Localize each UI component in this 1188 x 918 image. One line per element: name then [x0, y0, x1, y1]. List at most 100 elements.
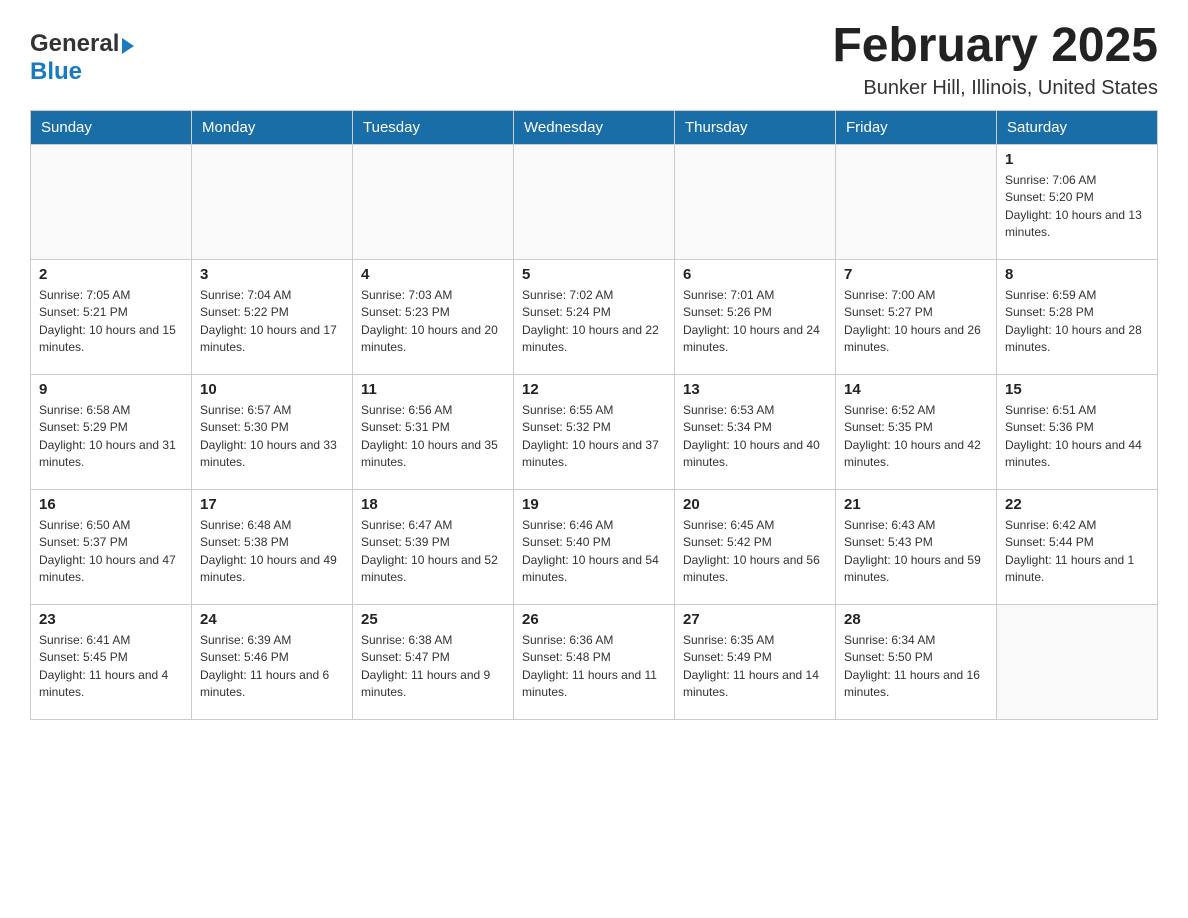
calendar-cell: 6Sunrise: 7:01 AMSunset: 5:26 PMDaylight… — [675, 259, 836, 374]
day-number: 12 — [522, 381, 666, 398]
day-number: 4 — [361, 266, 505, 283]
day-info: Sunrise: 7:02 AMSunset: 5:24 PMDaylight:… — [522, 287, 666, 357]
calendar-cell: 17 Sunrise: 6:48 AMSunset: 5:38 PMDayligh… — [192, 489, 353, 604]
day-number: 14 — [844, 381, 988, 398]
title-section: February 2025 Bunker Hill, Illinois, Uni… — [832, 20, 1158, 100]
day-info: Sunrise: 6:47 AMSunset: 5:39 PMDaylight:… — [361, 517, 505, 587]
calendar-cell: 23Sunrise: 6:41 AMSunset: 5:45 PMDayligh… — [31, 604, 192, 719]
day-number: 28 — [844, 611, 988, 628]
day-info: Sunrise: 6:43 AMSunset: 5:43 PMDaylight:… — [844, 517, 988, 587]
day-number: 9 — [39, 381, 183, 398]
day-of-week-header: Thursday — [675, 110, 836, 144]
calendar-cell: 13 Sunrise: 6:53 AMSunset: 5:34 PMDayligh… — [675, 374, 836, 489]
day-number: 19 — [522, 496, 666, 513]
day-number: 17 — [200, 496, 344, 513]
day-number: 11 — [361, 381, 505, 398]
calendar-cell: 4 Sunrise: 7:03 AMSunset: 5:23 PMDaylight… — [353, 259, 514, 374]
day-info: Sunrise: 7:00 AMSunset: 5:27 PMDaylight:… — [844, 287, 988, 357]
day-number: 8 — [1005, 266, 1149, 283]
day-number: 5 — [522, 266, 666, 283]
day-number: 13 — [683, 381, 827, 398]
day-info: Sunrise: 6:34 AMSunset: 5:50 PMDaylight:… — [844, 632, 988, 702]
calendar-cell — [353, 144, 514, 259]
logo: General Blue — [30, 30, 134, 86]
day-number: 20 — [683, 496, 827, 513]
calendar-cell — [31, 144, 192, 259]
calendar-cell — [836, 144, 997, 259]
day-info: Sunrise: 6:39 AMSunset: 5:46 PMDaylight:… — [200, 632, 344, 702]
calendar-cell: 22 Sunrise: 6:42 AMSunset: 5:44 PMDayligh… — [997, 489, 1158, 604]
calendar-header-row: SundayMondayTuesdayWednesdayThursdayFrid… — [31, 110, 1158, 144]
day-info: Sunrise: 6:56 AMSunset: 5:31 PMDaylight:… — [361, 402, 505, 472]
day-number: 16 — [39, 496, 183, 513]
day-info: Sunrise: 6:55 AMSunset: 5:32 PMDaylight:… — [522, 402, 666, 472]
day-number: 24 — [200, 611, 344, 628]
calendar-cell: 19Sunrise: 6:46 AMSunset: 5:40 PMDayligh… — [514, 489, 675, 604]
calendar-cell: 27 Sunrise: 6:35 AMSunset: 5:49 PMDayligh… — [675, 604, 836, 719]
day-number: 2 — [39, 266, 183, 283]
day-info: Sunrise: 7:04 AMSunset: 5:22 PMDaylight:… — [200, 287, 344, 357]
logo-blue-text: Blue — [30, 58, 82, 85]
calendar-cell: 21Sunrise: 6:43 AMSunset: 5:43 PMDayligh… — [836, 489, 997, 604]
day-of-week-header: Saturday — [997, 110, 1158, 144]
day-info: Sunrise: 6:41 AMSunset: 5:45 PMDaylight:… — [39, 632, 183, 702]
day-info: Sunrise: 6:48 AMSunset: 5:38 PMDaylight:… — [200, 517, 344, 587]
calendar-cell: 7 Sunrise: 7:00 AMSunset: 5:27 PMDaylight… — [836, 259, 997, 374]
day-number: 26 — [522, 611, 666, 628]
day-info: Sunrise: 6:42 AMSunset: 5:44 PMDaylight:… — [1005, 517, 1149, 587]
calendar-cell: 1 Sunrise: 7:06 AMSunset: 5:20 PMDaylight… — [997, 144, 1158, 259]
day-info: Sunrise: 6:52 AMSunset: 5:35 PMDaylight:… — [844, 402, 988, 472]
calendar-cell: 26Sunrise: 6:36 AMSunset: 5:48 PMDayligh… — [514, 604, 675, 719]
calendar-cell: 14 Sunrise: 6:52 AMSunset: 5:35 PMDayligh… — [836, 374, 997, 489]
calendar-cell: 18 Sunrise: 6:47 AMSunset: 5:39 PMDayligh… — [353, 489, 514, 604]
day-info: Sunrise: 7:05 AMSunset: 5:21 PMDaylight:… — [39, 287, 183, 357]
day-info: Sunrise: 7:03 AMSunset: 5:23 PMDaylight:… — [361, 287, 505, 357]
day-info: Sunrise: 6:53 AMSunset: 5:34 PMDaylight:… — [683, 402, 827, 472]
day-info: Sunrise: 6:58 AMSunset: 5:29 PMDaylight:… — [39, 402, 183, 472]
day-number: 27 — [683, 611, 827, 628]
calendar-cell: 28 Sunrise: 6:34 AMSunset: 5:50 PMDayligh… — [836, 604, 997, 719]
calendar-cell: 12 Sunrise: 6:55 AMSunset: 5:32 PMDayligh… — [514, 374, 675, 489]
calendar-cell: 24 Sunrise: 6:39 AMSunset: 5:46 PMDayligh… — [192, 604, 353, 719]
calendar-cell: 2 Sunrise: 7:05 AMSunset: 5:21 PMDaylight… — [31, 259, 192, 374]
calendar-week-row: 9 Sunrise: 6:58 AMSunset: 5:29 PMDaylight… — [31, 374, 1158, 489]
calendar-week-row: 1 Sunrise: 7:06 AMSunset: 5:20 PMDaylight… — [31, 144, 1158, 259]
day-info: Sunrise: 6:45 AMSunset: 5:42 PMDaylight:… — [683, 517, 827, 587]
calendar-week-row: 2 Sunrise: 7:05 AMSunset: 5:21 PMDaylight… — [31, 259, 1158, 374]
logo-general-text: General — [30, 30, 119, 58]
day-number: 22 — [1005, 496, 1149, 513]
day-number: 10 — [200, 381, 344, 398]
day-info: Sunrise: 6:50 AMSunset: 5:37 PMDaylight:… — [39, 517, 183, 587]
day-number: 18 — [361, 496, 505, 513]
day-of-week-header: Monday — [192, 110, 353, 144]
day-of-week-header: Sunday — [31, 110, 192, 144]
calendar-cell: 8Sunrise: 6:59 AMSunset: 5:28 PMDaylight… — [997, 259, 1158, 374]
calendar-cell: 25Sunrise: 6:38 AMSunset: 5:47 PMDayligh… — [353, 604, 514, 719]
page-header: General Blue February 2025 Bunker Hill, … — [30, 20, 1158, 100]
calendar-cell: 3Sunrise: 7:04 AMSunset: 5:22 PMDaylight… — [192, 259, 353, 374]
calendar-table: SundayMondayTuesdayWednesdayThursdayFrid… — [30, 110, 1158, 720]
day-of-week-header: Tuesday — [353, 110, 514, 144]
month-title: February 2025 — [832, 20, 1158, 73]
calendar-cell — [514, 144, 675, 259]
calendar-week-row: 23Sunrise: 6:41 AMSunset: 5:45 PMDayligh… — [31, 604, 1158, 719]
calendar-cell: 11 Sunrise: 6:56 AMSunset: 5:31 PMDayligh… — [353, 374, 514, 489]
logo-arrow-icon — [122, 38, 134, 54]
day-of-week-header: Wednesday — [514, 110, 675, 144]
day-info: Sunrise: 6:51 AMSunset: 5:36 PMDaylight:… — [1005, 402, 1149, 472]
day-number: 1 — [1005, 151, 1149, 168]
calendar-cell: 9 Sunrise: 6:58 AMSunset: 5:29 PMDaylight… — [31, 374, 192, 489]
day-info: Sunrise: 6:35 AMSunset: 5:49 PMDaylight:… — [683, 632, 827, 702]
day-of-week-header: Friday — [836, 110, 997, 144]
day-number: 7 — [844, 266, 988, 283]
day-number: 25 — [361, 611, 505, 628]
calendar-week-row: 16 Sunrise: 6:50 AMSunset: 5:37 PMDayligh… — [31, 489, 1158, 604]
day-number: 15 — [1005, 381, 1149, 398]
calendar-cell: 20 Sunrise: 6:45 AMSunset: 5:42 PMDayligh… — [675, 489, 836, 604]
day-info: Sunrise: 7:06 AMSunset: 5:20 PMDaylight:… — [1005, 172, 1149, 242]
calendar-cell — [997, 604, 1158, 719]
calendar-cell — [192, 144, 353, 259]
location-text: Bunker Hill, Illinois, United States — [832, 77, 1158, 100]
calendar-cell: 16 Sunrise: 6:50 AMSunset: 5:37 PMDayligh… — [31, 489, 192, 604]
calendar-cell: 5 Sunrise: 7:02 AMSunset: 5:24 PMDaylight… — [514, 259, 675, 374]
